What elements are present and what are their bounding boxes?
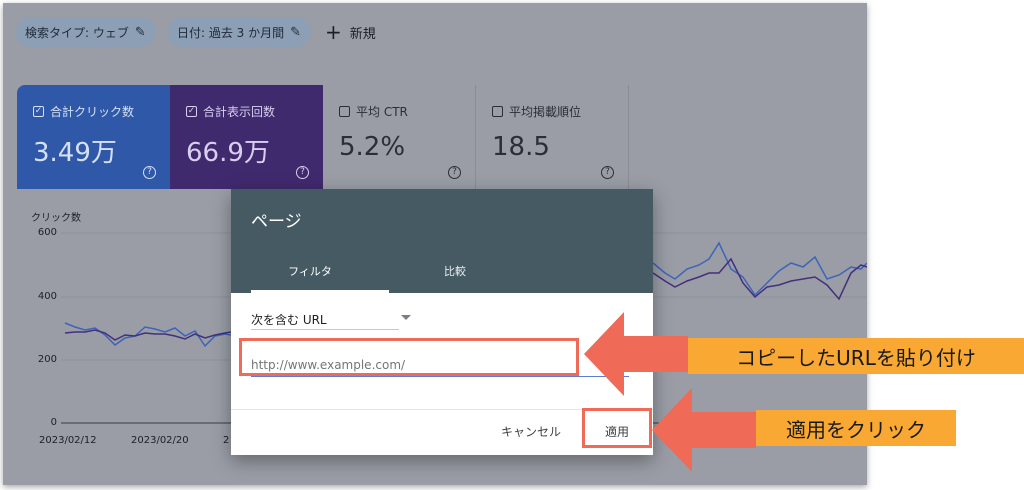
checkbox-checked-icon[interactable]: ✓: [186, 106, 197, 117]
metric-value: 18.5: [492, 132, 550, 162]
condition-value: 次を含む URL: [251, 313, 327, 327]
input-underline: [251, 376, 629, 377]
new-filter-button[interactable]: + 新規: [325, 17, 376, 47]
dropdown-underline: [251, 329, 399, 330]
help-icon[interactable]: ?: [143, 166, 156, 179]
x-tick-label: 2: [223, 435, 230, 446]
metric-value: 66.9万: [186, 138, 270, 168]
cancel-button[interactable]: キャンセル: [501, 423, 561, 440]
search-type-chip[interactable]: 検索タイプ: ウェブ ✎: [15, 17, 156, 47]
metric-value: 5.2%: [339, 132, 406, 162]
pencil-icon: ✎: [290, 24, 302, 40]
paste-url-callout: コピーしたURLを貼り付け: [688, 338, 1024, 374]
url-input-highlight: [239, 338, 579, 376]
condition-dropdown[interactable]: 次を含む URL: [251, 311, 411, 331]
pencil-icon: ✎: [134, 24, 146, 40]
dialog-title: ページ: [251, 212, 302, 232]
metric-label: 平均掲載順位: [509, 105, 582, 119]
plus-icon: +: [325, 20, 342, 44]
help-icon[interactable]: ?: [296, 166, 309, 179]
new-filter-label: 新規: [349, 26, 376, 42]
help-icon[interactable]: ?: [601, 166, 614, 179]
metric-label: 合計表示回数: [203, 105, 276, 119]
date-chip[interactable]: 日付: 過去 3 か月間 ✎: [167, 17, 312, 47]
click-apply-callout: 適用をクリック: [756, 410, 956, 446]
checkbox-checked-icon[interactable]: ✓: [33, 106, 44, 117]
left-arrow-icon: [652, 388, 756, 472]
metric-card-clicks[interactable]: ✓ 合計クリック数 3.49万 ?: [17, 85, 170, 189]
checkbox-unchecked-icon[interactable]: [339, 106, 350, 117]
metric-label: 平均 CTR: [356, 105, 408, 119]
tab-compare[interactable]: 比較: [381, 263, 529, 279]
dropdown-arrow-icon: [401, 315, 411, 320]
metric-value: 3.49万: [33, 138, 117, 168]
dialog-header: ページ フィルタ 比較: [231, 189, 653, 293]
search-type-label: 検索タイプ: ウェブ: [25, 25, 129, 40]
chart-y-axis-label: クリック数: [31, 213, 81, 224]
x-tick-label: 2023/02/12: [39, 435, 97, 446]
apply-button-highlight: [582, 408, 652, 448]
impressions-series-line-right: [652, 257, 867, 301]
tab-filter[interactable]: フィルタ: [231, 263, 389, 279]
clicks-series-line-right: [652, 241, 867, 297]
clicks-series-line: [64, 322, 232, 348]
metric-card-impressions[interactable]: ✓ 合計表示回数 66.9万 ?: [170, 85, 323, 189]
screenshot-canvas: 検索タイプ: ウェブ ✎ 日付: 過去 3 か月間 ✎ + 新規 ✓ 合計クリック…: [0, 0, 1024, 490]
metric-card-position[interactable]: 平均掲載順位 18.5 ?: [476, 85, 629, 189]
metric-card-ctr[interactable]: 平均 CTR 5.2% ?: [323, 85, 476, 189]
impressions-series-line: [64, 329, 232, 341]
help-icon[interactable]: ?: [448, 166, 461, 179]
x-tick-label: 2023/02/20: [131, 435, 189, 446]
left-arrow-icon: [584, 312, 688, 396]
active-tab-indicator: [251, 290, 389, 293]
checkbox-unchecked-icon[interactable]: [492, 106, 503, 117]
metric-label: 合計クリック数: [50, 105, 135, 119]
date-label: 日付: 過去 3 か月間: [177, 25, 285, 40]
